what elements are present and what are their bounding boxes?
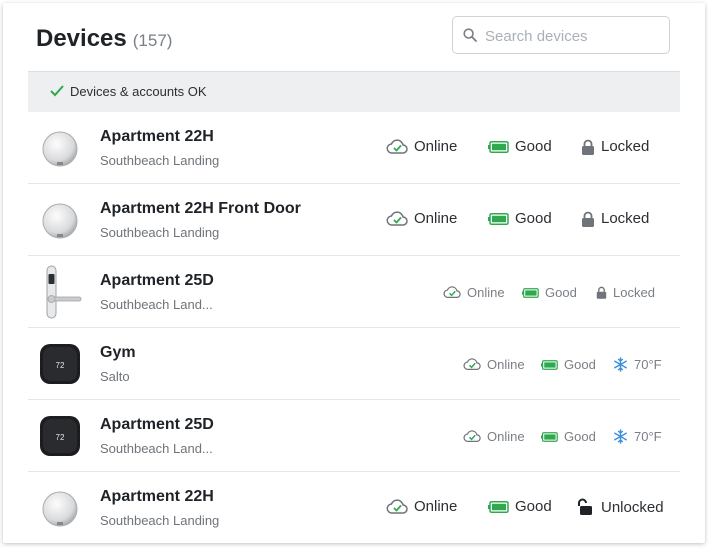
device-row[interactable]: Apartment 22H Southbeach Landing Online …: [28, 472, 680, 543]
connection-status-text: Online: [487, 429, 525, 444]
connection-status: Online: [386, 498, 457, 515]
cloud-check-icon: [443, 286, 461, 298]
devices-panel: Devices (157) Devices & accounts OK Apart…: [3, 3, 705, 543]
cloud-check-icon: [386, 498, 408, 514]
battery-icon: [522, 287, 539, 298]
snowflake-icon: [614, 357, 627, 372]
battery-status: Good: [488, 498, 552, 515]
battery-icon: [488, 140, 509, 153]
battery-status: Good: [488, 138, 552, 155]
connection-status: Online: [443, 285, 505, 300]
round-lock-icon: [42, 491, 78, 527]
battery-status: Good: [541, 429, 596, 444]
device-location: Southbeach Land...: [100, 297, 213, 312]
cloud-check-icon: [386, 138, 408, 154]
connection-status-text: Online: [414, 210, 458, 227]
battery-status-text: Good: [515, 210, 552, 227]
page-title: Devices (157): [36, 25, 172, 53]
device-row[interactable]: Apartment 22H Front Door Southbeach Land…: [28, 184, 680, 256]
page-title-text: Devices: [36, 25, 127, 52]
battery-icon: [541, 359, 558, 370]
temperature-status: 70°F: [613, 357, 662, 372]
battery-icon: [488, 500, 509, 513]
snowflake-icon: [614, 429, 627, 444]
search-icon: [463, 28, 477, 42]
battery-icon: [541, 431, 558, 442]
battery-status: Good: [522, 285, 577, 300]
lock-status-text: Locked: [613, 285, 655, 300]
lock-status: Locked: [581, 210, 649, 227]
door-handle-icon: [46, 265, 82, 319]
unlock-icon: [578, 498, 592, 515]
thermostat-icon: 72: [40, 344, 80, 384]
cloud-check-icon: [463, 430, 481, 442]
device-name: Apartment 22H: [100, 128, 214, 145]
search-box[interactable]: [452, 16, 670, 54]
lock-status: Locked: [581, 138, 649, 155]
device-row[interactable]: 72 Apartment 25D Southbeach Land... Onli…: [28, 400, 680, 472]
status-banner-text: Devices & accounts OK: [70, 84, 207, 99]
lock-icon: [582, 139, 594, 155]
device-name: Apartment 22H: [100, 488, 214, 505]
connection-status: Online: [463, 429, 525, 444]
device-name: Gym: [100, 344, 136, 361]
cloud-check-icon: [463, 358, 481, 370]
battery-status: Good: [541, 357, 596, 372]
device-location: Southbeach Landing: [100, 513, 220, 528]
device-row[interactable]: 72 Gym Salto Online Good 70°F: [28, 328, 680, 400]
battery-icon: [488, 212, 509, 225]
connection-status-text: Online: [414, 498, 458, 515]
lock-status-text: Unlocked: [601, 498, 664, 516]
lock-status-text: Locked: [601, 138, 650, 155]
connection-status: Online: [386, 138, 457, 155]
round-lock-icon: [42, 203, 78, 239]
device-location: Southbeach Landing: [100, 153, 220, 168]
connection-status: Online: [463, 357, 525, 372]
temperature-text: 70°F: [634, 357, 662, 372]
device-name: Apartment 25D: [100, 272, 214, 289]
battery-status-text: Good: [545, 285, 577, 300]
device-location: Salto: [100, 369, 130, 384]
battery-status-text: Good: [564, 357, 596, 372]
round-lock-icon: [42, 131, 78, 167]
search-input[interactable]: [483, 23, 667, 49]
checkmark-icon: [50, 85, 64, 97]
device-row[interactable]: Apartment 22H Southbeach Landing Online …: [28, 112, 680, 184]
panel-header: Devices (157): [3, 3, 705, 71]
temperature-text: 70°F: [634, 429, 662, 444]
device-name: Apartment 25D: [100, 416, 214, 433]
lock-status: Unlocked: [577, 498, 664, 516]
connection-status-text: Online: [414, 138, 458, 155]
lock-icon: [596, 286, 607, 299]
device-row[interactable]: Apartment 25D Southbeach Land... Online …: [28, 256, 680, 328]
cloud-check-icon: [386, 210, 408, 226]
lock-icon: [582, 211, 594, 227]
device-count: (157): [132, 31, 173, 50]
battery-status-text: Good: [515, 138, 552, 155]
connection-status-text: Online: [467, 285, 505, 300]
thermostat-display: 72: [56, 433, 65, 442]
battery-status-text: Good: [515, 498, 552, 515]
temperature-status: 70°F: [613, 429, 662, 444]
status-banner: Devices & accounts OK: [28, 71, 680, 112]
thermostat-icon: 72: [40, 416, 80, 456]
device-location: Southbeach Land...: [100, 441, 213, 456]
lock-status-text: Locked: [601, 210, 650, 227]
connection-status: Online: [386, 210, 457, 227]
device-location: Southbeach Landing: [100, 225, 220, 240]
lock-status: Locked: [596, 285, 655, 300]
thermostat-display: 72: [56, 361, 65, 370]
battery-status-text: Good: [564, 429, 596, 444]
device-name: Apartment 22H Front Door: [100, 200, 301, 217]
battery-status: Good: [488, 210, 552, 227]
connection-status-text: Online: [487, 357, 525, 372]
